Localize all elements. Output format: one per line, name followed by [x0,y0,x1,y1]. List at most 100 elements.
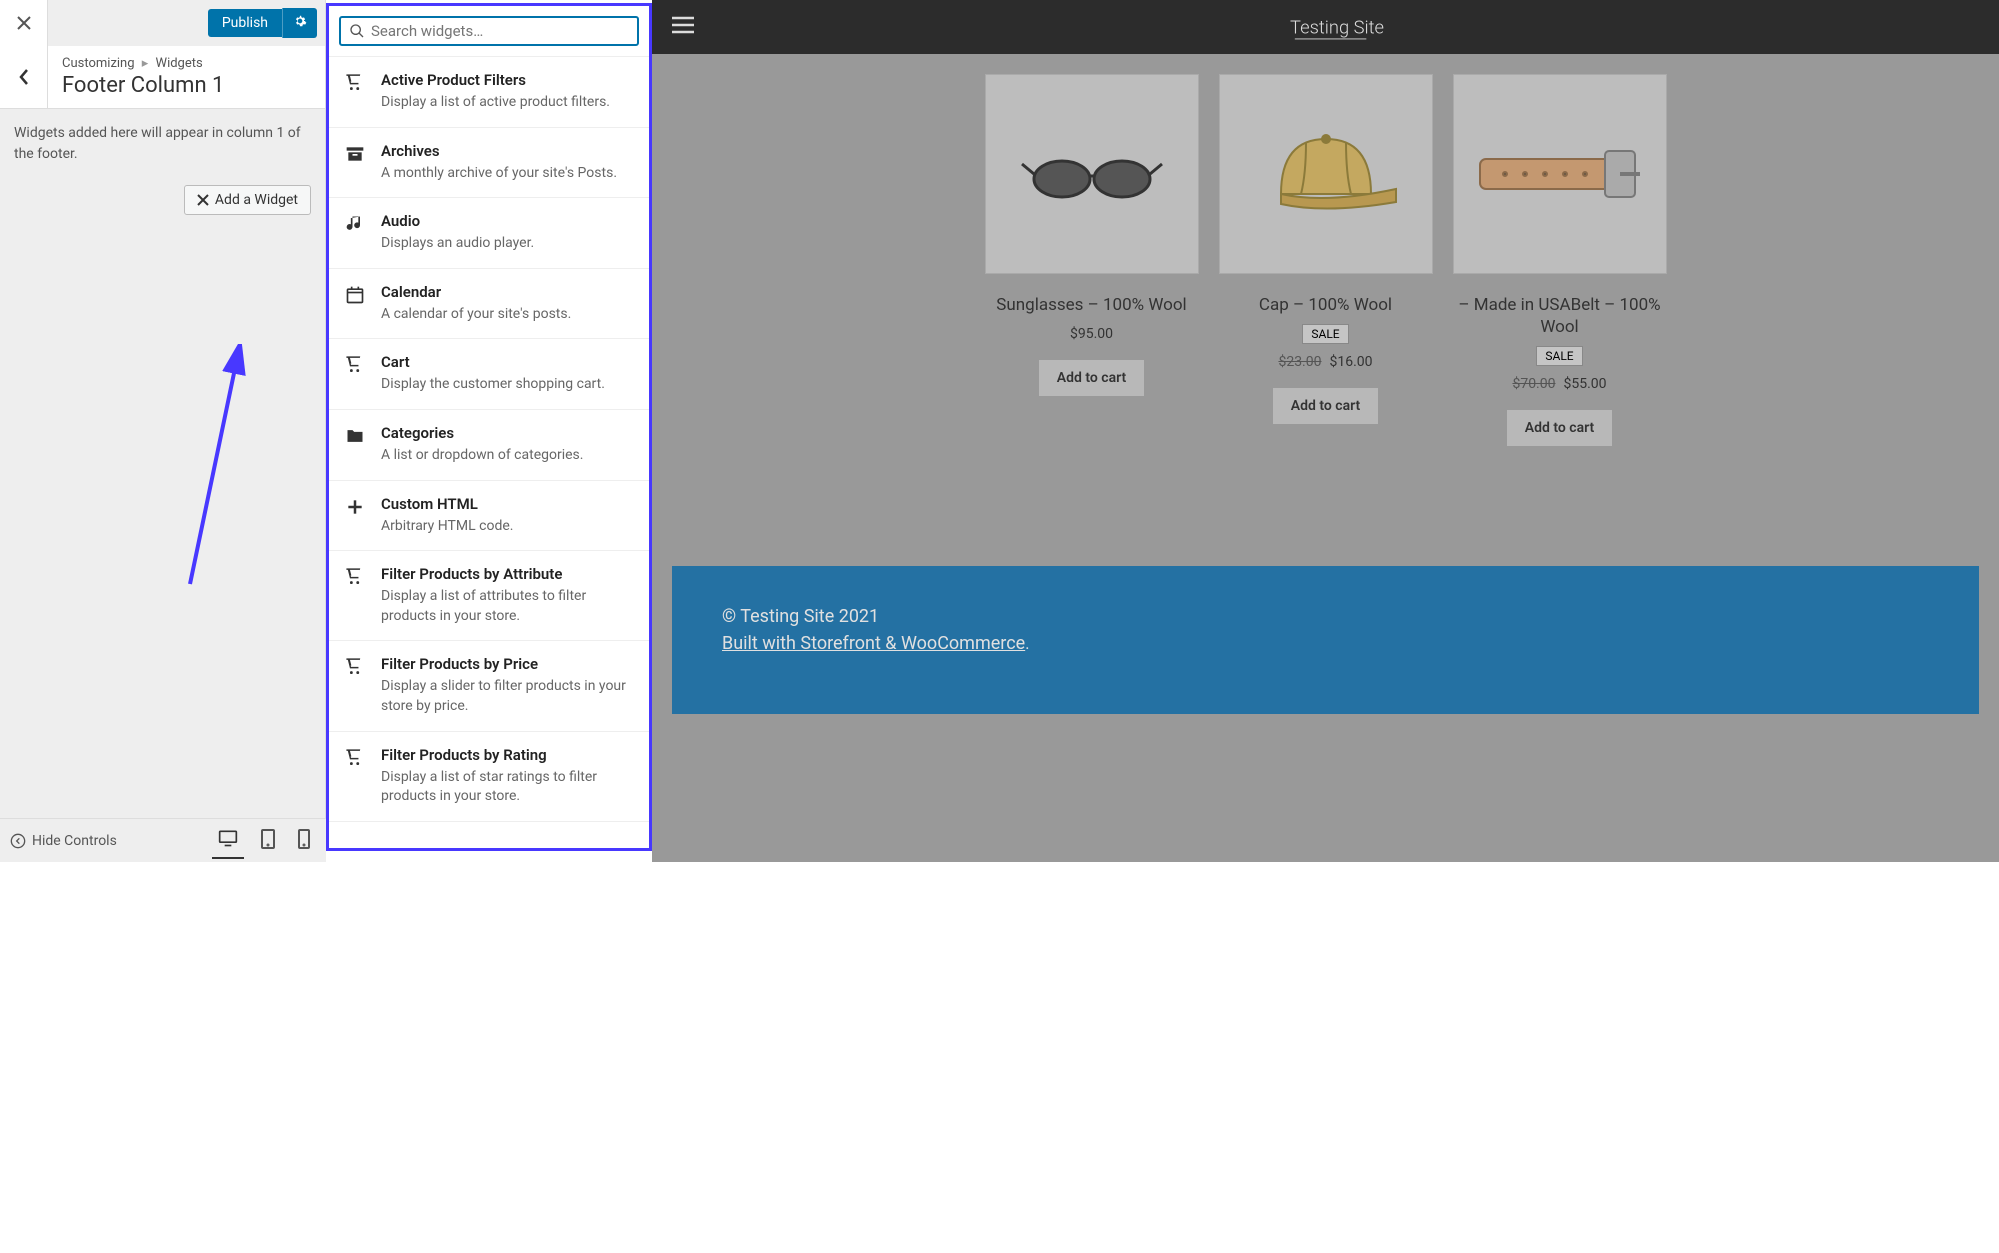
publish-settings-button[interactable] [282,8,317,38]
widget-description: Display a list of star ratings to filter… [381,768,635,807]
product-card[interactable]: – Made in USABelt – 100% Wool SALE $70.0… [1453,74,1667,446]
customizer-header: Publish [0,0,325,46]
cart-icon [343,71,367,113]
folder-icon [343,424,367,466]
svg-text:Testing Site: Testing Site [1290,17,1384,38]
search-box[interactable] [339,16,639,46]
widget-description: A calendar of your site's posts. [381,305,635,325]
products-row: Sunglasses – 100% Wool $95.00 Add to car… [672,64,1979,446]
old-price: $23.00 [1278,354,1321,370]
chevron-left-circle-icon [10,833,26,849]
widget-description: Display a list of active product filters… [381,93,635,113]
cart-icon [343,353,367,395]
close-icon [197,194,209,206]
back-button[interactable] [0,46,48,108]
hide-controls-label: Hide Controls [32,833,117,849]
widget-item[interactable]: Audio Displays an audio player. [329,198,649,269]
widget-name: Audio [381,212,635,230]
site-title[interactable]: Testing Site [694,0,1979,54]
close-icon [17,16,31,30]
gear-icon [293,14,307,28]
footer-period: . [1025,634,1029,653]
annotation-arrow [170,344,250,594]
widget-item[interactable]: Filter Products by Attribute Display a l… [329,551,649,641]
add-to-cart-button[interactable]: Add to cart [1507,410,1612,446]
close-button[interactable] [0,0,48,46]
preview-header: Testing Site [652,0,1999,54]
calendar-icon [343,283,367,325]
breadcrumb-parent: Customizing [62,56,135,71]
widget-item[interactable]: Archives A monthly archive of your site'… [329,128,649,199]
section-title: Footer Column 1 [62,73,224,98]
menu-button[interactable] [672,15,694,40]
audio-icon [343,212,367,254]
mobile-preview-button[interactable] [292,823,316,859]
widget-item[interactable]: Cart Display the customer shopping cart. [329,339,649,410]
widget-name: Categories [381,424,635,442]
widget-name: Filter Products by Price [381,655,635,673]
widget-chooser: Active Product Filters Display a list of… [326,3,652,851]
widget-description: Displays an audio player. [381,234,635,254]
cart-icon [343,746,367,807]
product-title: Cap – 100% Wool [1259,294,1392,316]
widget-name: Cart [381,353,635,371]
product-image [1219,74,1433,274]
search-icon [349,23,365,39]
widget-item[interactable]: Filter Products by Rating Display a list… [329,732,649,822]
cart-icon [343,565,367,626]
add-to-cart-button[interactable]: Add to cart [1039,360,1144,396]
tablet-preview-button[interactable] [254,823,282,859]
preview-pane: Testing Site Sunglasses – 100% Wool $95.… [652,0,1999,862]
widget-name: Archives [381,142,635,160]
product-title: – Made in USABelt – 100% Wool [1453,294,1667,338]
price: $55.00 [1564,376,1607,392]
widget-item[interactable]: Calendar A calendar of your site's posts… [329,269,649,340]
widget-name: Calendar [381,283,635,301]
old-price: $70.00 [1512,376,1555,392]
price: $16.00 [1330,354,1373,370]
widget-name: Active Product Filters [381,71,635,89]
widget-name: Filter Products by Rating [381,746,635,764]
widget-name: Filter Products by Attribute [381,565,635,583]
chevron-left-icon [18,68,30,86]
cart-icon [343,655,367,716]
breadcrumb-child: Widgets [156,56,203,71]
desktop-preview-button[interactable] [212,823,244,859]
widget-item[interactable]: Filter Products by Price Display a slide… [329,641,649,731]
add-to-cart-button[interactable]: Add to cart [1273,388,1378,424]
sale-badge: SALE [1302,324,1348,344]
section-header: Customizing ▸ Widgets Footer Column 1 [0,46,325,109]
product-image [985,74,1199,274]
breadcrumb: Customizing ▸ Widgets [62,56,224,71]
breadcrumb-separator: ▸ [142,56,149,71]
archive-icon [343,142,367,184]
publish-button[interactable]: Publish [208,9,282,37]
plus-icon [343,495,367,537]
search-input[interactable] [371,22,629,40]
product-card[interactable]: Sunglasses – 100% Wool $95.00 Add to car… [985,74,1199,446]
product-card[interactable]: Cap – 100% Wool SALE $23.00 $16.00 Add to… [1219,74,1433,446]
mobile-icon [298,829,310,849]
hamburger-icon [672,16,694,34]
section-description: Widgets added here will appear in column… [14,123,311,165]
widget-item[interactable]: Custom HTML Arbitrary HTML code. [329,481,649,552]
widget-description: Display a slider to filter products in y… [381,677,635,716]
customizer-panel: Publish Customizing ▸ Widgets Footer Col… [0,0,326,862]
hide-controls-button[interactable]: Hide Controls [10,833,117,849]
widget-description: Arbitrary HTML code. [381,517,635,537]
widget-description: A list or dropdown of categories. [381,446,635,466]
tablet-icon [260,829,276,849]
footer-built-link[interactable]: Built with Storefront & WooCommerce [722,633,1025,654]
widget-item[interactable]: Categories A list or dropdown of categor… [329,410,649,481]
widget-description: Display a list of attributes to filter p… [381,587,635,626]
sale-badge: SALE [1536,346,1582,366]
bottom-bar: Hide Controls [0,818,326,862]
widget-description: A monthly archive of your site's Posts. [381,164,635,184]
widget-list[interactable]: Active Product Filters Display a list of… [329,56,649,848]
add-widget-button[interactable]: Add a Widget [184,185,311,215]
add-widget-label: Add a Widget [215,192,298,208]
footer-copyright: © Testing Site 2021 [722,606,1929,627]
widget-item[interactable]: Active Product Filters Display a list of… [329,57,649,128]
widget-name: Custom HTML [381,495,635,513]
desktop-icon [218,829,238,847]
